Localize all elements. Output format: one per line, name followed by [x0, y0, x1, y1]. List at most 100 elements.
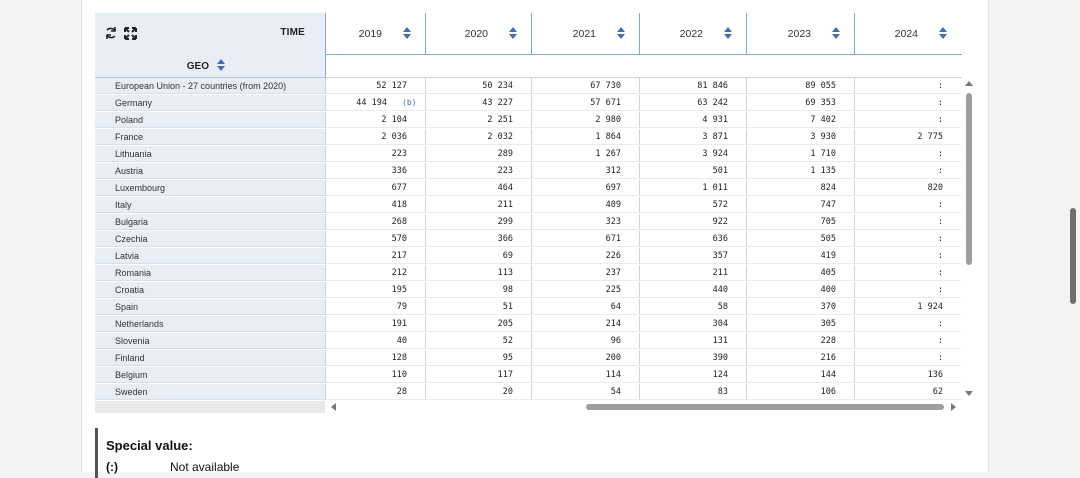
- data-cell[interactable]: 705: [746, 214, 854, 230]
- horizontal-scroll-thumb[interactable]: [586, 404, 944, 410]
- data-cell[interactable]: 677: [325, 180, 425, 196]
- data-cell[interactable]: 3 930: [746, 129, 854, 145]
- scroll-right-arrow-icon[interactable]: [951, 403, 956, 411]
- data-cell[interactable]: :: [854, 350, 961, 366]
- data-cell[interactable]: 3 924: [639, 146, 746, 162]
- data-cell[interactable]: 191: [325, 316, 425, 332]
- data-cell[interactable]: 505: [746, 231, 854, 247]
- data-cell[interactable]: 98: [425, 282, 531, 298]
- data-cell[interactable]: :: [854, 146, 961, 162]
- data-cell[interactable]: 671: [531, 231, 639, 247]
- data-cell[interactable]: 409: [531, 197, 639, 213]
- data-cell[interactable]: 144: [746, 367, 854, 383]
- data-cell[interactable]: 922: [639, 214, 746, 230]
- data-cell[interactable]: 405: [746, 265, 854, 281]
- page-scroll-thumb[interactable]: [1070, 208, 1076, 304]
- data-cell[interactable]: 323: [531, 214, 639, 230]
- data-cell[interactable]: 58: [639, 299, 746, 315]
- data-cell[interactable]: 312: [531, 163, 639, 179]
- data-cell[interactable]: 820: [854, 180, 961, 196]
- data-cell[interactable]: 400: [746, 282, 854, 298]
- data-cell[interactable]: 304: [639, 316, 746, 332]
- data-cell[interactable]: 124: [639, 367, 746, 383]
- data-cell[interactable]: :: [854, 78, 961, 94]
- vertical-scrollbar[interactable]: [964, 81, 974, 397]
- data-cell[interactable]: 43 227: [425, 95, 531, 111]
- data-cell[interactable]: 225: [531, 282, 639, 298]
- data-cell[interactable]: 747: [746, 197, 854, 213]
- data-cell[interactable]: 69: [425, 248, 531, 264]
- data-cell[interactable]: 113: [425, 265, 531, 281]
- geo-dimension-header[interactable]: GEO: [95, 55, 325, 78]
- data-cell[interactable]: :: [854, 248, 961, 264]
- year-column-header[interactable]: 2019: [325, 13, 426, 55]
- data-cell[interactable]: 572: [639, 197, 746, 213]
- data-cell[interactable]: 114: [531, 367, 639, 383]
- data-cell[interactable]: 79: [325, 299, 425, 315]
- geo-sort-icon[interactable]: [217, 59, 226, 73]
- expand-icon[interactable]: [122, 25, 138, 41]
- scroll-down-arrow-icon[interactable]: [965, 391, 973, 396]
- data-cell[interactable]: 305: [746, 316, 854, 332]
- data-cell[interactable]: 419: [746, 248, 854, 264]
- data-cell[interactable]: 57 671: [531, 95, 639, 111]
- data-cell[interactable]: 44 194 (b): [325, 95, 425, 111]
- data-cell[interactable]: 418: [325, 197, 425, 213]
- data-cell[interactable]: 390: [639, 350, 746, 366]
- data-cell[interactable]: 40: [325, 333, 425, 349]
- data-cell[interactable]: 2 104: [325, 112, 425, 128]
- data-cell[interactable]: 570: [325, 231, 425, 247]
- data-cell[interactable]: 1 864: [531, 129, 639, 145]
- data-cell[interactable]: 1 011: [639, 180, 746, 196]
- data-cell[interactable]: 211: [425, 197, 531, 213]
- data-cell[interactable]: :: [854, 333, 961, 349]
- data-cell[interactable]: :: [854, 197, 961, 213]
- data-cell[interactable]: 212: [325, 265, 425, 281]
- data-cell[interactable]: 81 846: [639, 78, 746, 94]
- data-cell[interactable]: 1 710: [746, 146, 854, 162]
- rotate-icon[interactable]: [103, 25, 119, 41]
- data-cell[interactable]: 52 127: [325, 78, 425, 94]
- data-cell[interactable]: 636: [639, 231, 746, 247]
- data-cell[interactable]: 2 036: [325, 129, 425, 145]
- year-column-header[interactable]: 2022: [639, 13, 747, 55]
- data-cell[interactable]: 200: [531, 350, 639, 366]
- data-cell[interactable]: :: [854, 316, 961, 332]
- data-cell[interactable]: 697: [531, 180, 639, 196]
- data-cell[interactable]: 131: [639, 333, 746, 349]
- data-cell[interactable]: 336: [325, 163, 425, 179]
- data-cell[interactable]: 205: [425, 316, 531, 332]
- data-cell[interactable]: 223: [425, 163, 531, 179]
- data-cell[interactable]: 366: [425, 231, 531, 247]
- year-column-header[interactable]: 2023: [746, 13, 855, 55]
- data-cell[interactable]: 195: [325, 282, 425, 298]
- data-cell[interactable]: 52: [425, 333, 531, 349]
- data-cell[interactable]: 89 055: [746, 78, 854, 94]
- data-cell[interactable]: 237: [531, 265, 639, 281]
- time-dimension-label[interactable]: TIME: [280, 27, 305, 38]
- vertical-scroll-thumb[interactable]: [966, 93, 972, 265]
- data-cell[interactable]: :: [854, 265, 961, 281]
- data-cell[interactable]: 228: [746, 333, 854, 349]
- data-cell[interactable]: 67 730: [531, 78, 639, 94]
- scroll-up-arrow-icon[interactable]: [965, 81, 973, 86]
- data-cell[interactable]: 226: [531, 248, 639, 264]
- data-cell[interactable]: 2 980: [531, 112, 639, 128]
- data-cell[interactable]: :: [854, 282, 961, 298]
- year-column-header[interactable]: 2021: [531, 13, 640, 55]
- data-cell[interactable]: 370: [746, 299, 854, 315]
- data-cell[interactable]: 63 242: [639, 95, 746, 111]
- data-cell[interactable]: 1 267: [531, 146, 639, 162]
- data-cell[interactable]: 501: [639, 163, 746, 179]
- data-cell[interactable]: :: [854, 95, 961, 111]
- data-cell[interactable]: 1 135: [746, 163, 854, 179]
- data-cell[interactable]: 136: [854, 367, 961, 383]
- data-cell[interactable]: 50 234: [425, 78, 531, 94]
- data-cell[interactable]: 110: [325, 367, 425, 383]
- data-cell[interactable]: 214: [531, 316, 639, 332]
- data-cell[interactable]: 299: [425, 214, 531, 230]
- data-cell[interactable]: 54: [531, 384, 639, 400]
- data-cell[interactable]: :: [854, 163, 961, 179]
- data-cell[interactable]: 2 251: [425, 112, 531, 128]
- data-cell[interactable]: 117: [425, 367, 531, 383]
